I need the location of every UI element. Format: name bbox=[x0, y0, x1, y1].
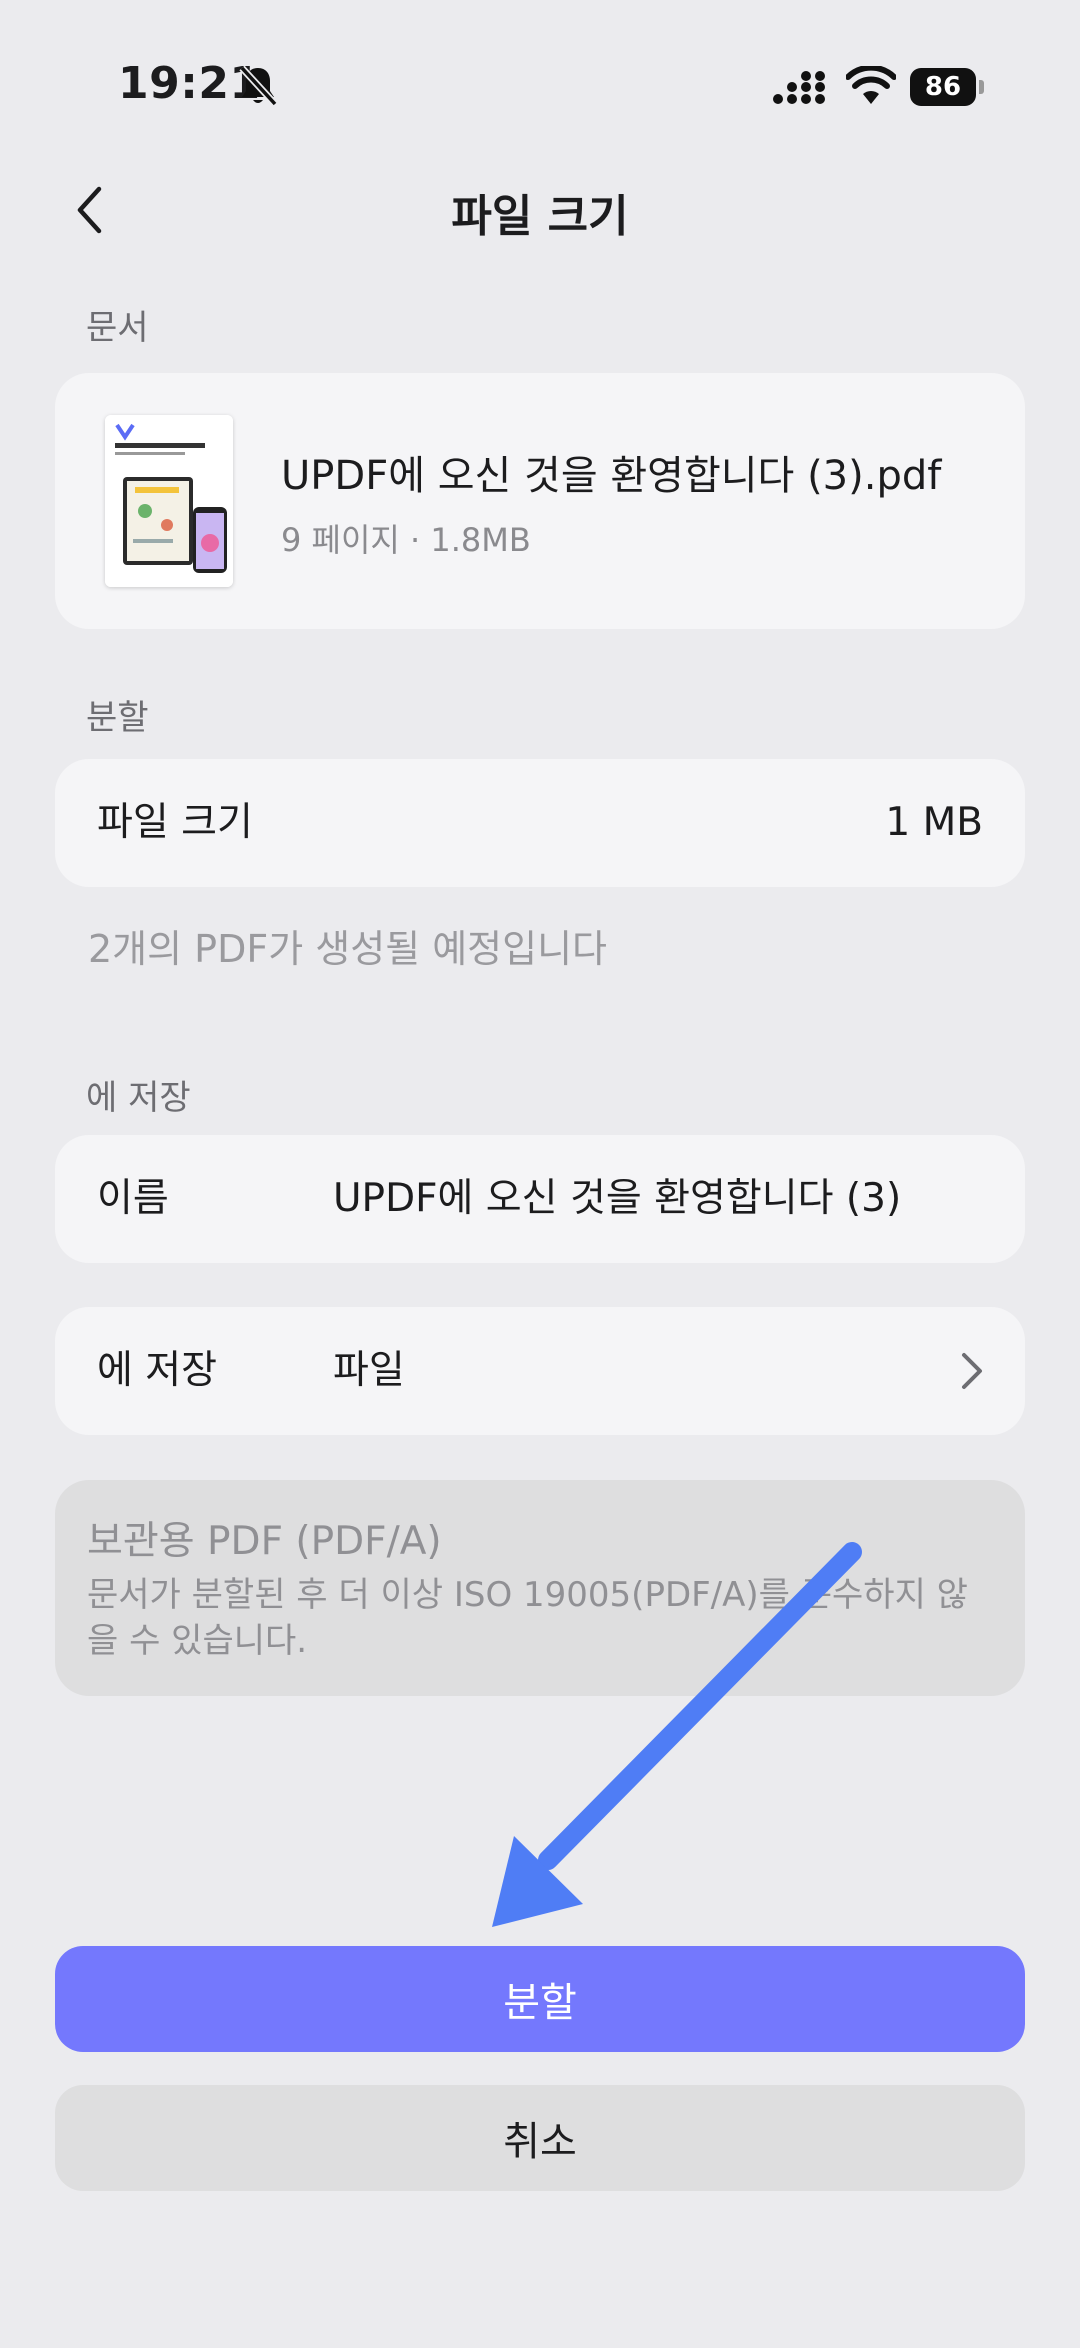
save-location-label: 에 저장 bbox=[97, 1348, 218, 1393]
split-section-label: 분할 bbox=[86, 698, 149, 738]
battery-icon: 86 bbox=[910, 68, 984, 106]
file-size-value: 1 MB bbox=[885, 800, 983, 845]
document-section-label: 문서 bbox=[86, 308, 149, 348]
document-card[interactable]: UPDF에 오신 것을 환영합니다 (3).pdf 9 페이지 · 1.8MB bbox=[55, 373, 1025, 629]
document-file-name: UPDF에 오신 것을 환영합니다 (3).pdf bbox=[281, 453, 942, 499]
split-button[interactable]: 분할 bbox=[55, 1946, 1025, 2052]
split-result-hint: 2개의 PDF가 생성될 예정입니다 bbox=[88, 927, 608, 971]
chevron-right-icon bbox=[962, 1353, 982, 1389]
wifi-icon bbox=[846, 66, 896, 104]
file-size-row[interactable]: 파일 크기 1 MB bbox=[55, 759, 1025, 887]
save-location-value: 파일 bbox=[333, 1348, 405, 1393]
page-title: 파일 크기 bbox=[451, 191, 629, 242]
save-section-label: 에 저장 bbox=[86, 1078, 191, 1118]
file-size-label: 파일 크기 bbox=[97, 800, 253, 845]
battery-level: 86 bbox=[910, 68, 976, 106]
name-label: 이름 bbox=[97, 1176, 169, 1221]
document-file-meta: 9 페이지 · 1.8MB bbox=[281, 521, 531, 559]
bell-off-icon bbox=[239, 65, 278, 107]
save-location-row[interactable]: 에 저장 파일 bbox=[55, 1307, 1025, 1435]
archive-pdfa-option: 보관용 PDF (PDF/A) 문서가 분할된 후 더 이상 ISO 19005… bbox=[55, 1480, 1025, 1696]
name-field[interactable]: UPDF에 오신 것을 환영합니다 (3) bbox=[333, 1135, 901, 1263]
name-row[interactable]: 이름 UPDF에 오신 것을 환영합니다 (3) bbox=[55, 1135, 1025, 1263]
cancel-button[interactable]: 취소 bbox=[55, 2085, 1025, 2191]
archive-title: 보관용 PDF (PDF/A) bbox=[87, 1519, 442, 1564]
signal-icon bbox=[773, 71, 825, 104]
archive-description: 문서가 분할된 후 더 이상 ISO 19005(PDF/A)를 준수하지 않을… bbox=[87, 1575, 968, 1661]
document-thumbnail bbox=[105, 415, 233, 587]
